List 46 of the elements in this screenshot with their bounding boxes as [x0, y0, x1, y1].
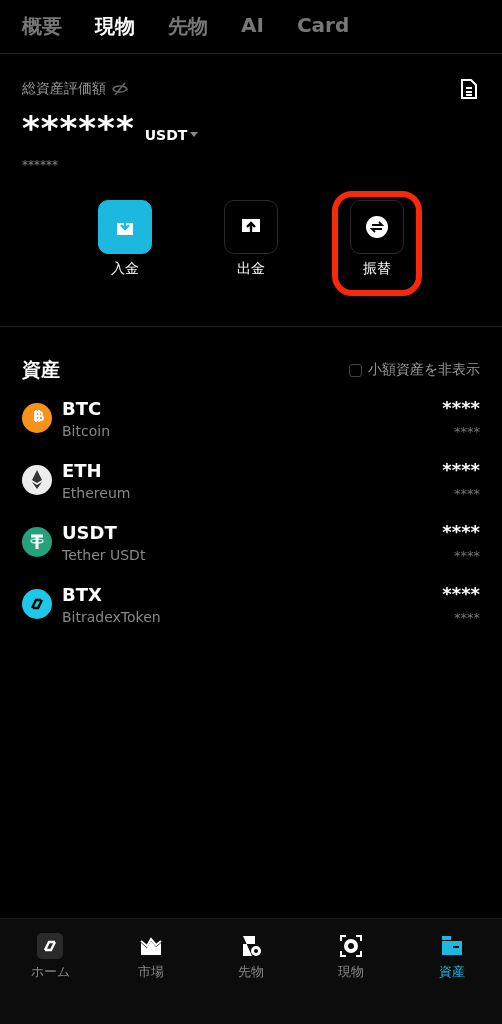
scan-icon: [338, 933, 365, 959]
document-icon[interactable]: [458, 78, 480, 100]
caret-icon: [190, 132, 199, 138]
nav-item[interactable]: 資産: [401, 933, 502, 1024]
logo-icon: [37, 933, 64, 959]
eye-hidden-icon: [112, 81, 128, 97]
tab[interactable]: AI: [241, 10, 264, 40]
coin-icon: [22, 465, 52, 495]
tab[interactable]: Card: [296, 10, 350, 40]
hide-small-checkbox[interactable]: 小額資産を非表示: [349, 361, 480, 379]
asset-row[interactable]: BTX BitradexToken **** ****: [22, 583, 480, 625]
nav-item[interactable]: 現物: [301, 933, 402, 1024]
fiat-value: ****: [454, 610, 480, 625]
asset-row[interactable]: ETH Ethereum **** ****: [22, 459, 480, 501]
tab[interactable]: 先物: [168, 10, 208, 43]
nav-item[interactable]: 先物: [200, 933, 302, 1024]
nav-item[interactable]: 市場: [100, 933, 201, 1024]
section-title: 資産: [22, 357, 60, 382]
asset-row[interactable]: USDT Tether USDt **** ****: [22, 521, 480, 563]
nav-item[interactable]: ホーム: [0, 933, 101, 1024]
amount-value: ****: [442, 521, 480, 542]
amount-value: ****: [442, 397, 480, 418]
tab[interactable]: 概要: [22, 10, 62, 43]
coin-icon: [22, 589, 52, 619]
transfer-icon: [365, 215, 389, 239]
amount-value: ****: [442, 459, 480, 480]
balance-value: ******: [22, 108, 135, 148]
coin-icon: [22, 527, 52, 557]
coin-symbol: BTX: [62, 583, 103, 605]
asset-row[interactable]: BTC Bitcoin **** ****: [22, 397, 480, 439]
coin-name: Tether USDt: [62, 546, 147, 563]
coin-symbol: ETH: [62, 459, 103, 481]
coin-symbol: BTC: [62, 397, 103, 419]
coin-icon: [22, 403, 52, 433]
coin-symbol: USDT: [62, 521, 118, 543]
coin-name: Bitcoin: [62, 422, 111, 439]
fiat-value: ****: [454, 486, 480, 501]
currency-selector[interactable]: USDT: [144, 127, 199, 143]
amount-value: ****: [442, 583, 480, 604]
fiat-value: ****: [454, 548, 480, 563]
coin-name: Ethereum: [62, 484, 132, 501]
coin-name: BitradexToken: [62, 608, 162, 625]
fiat-value: ****: [454, 424, 480, 439]
tab[interactable]: 現物: [95, 10, 135, 43]
sub-balance-value: ******: [22, 158, 59, 172]
total-label: 総資産評価額: [22, 80, 106, 98]
